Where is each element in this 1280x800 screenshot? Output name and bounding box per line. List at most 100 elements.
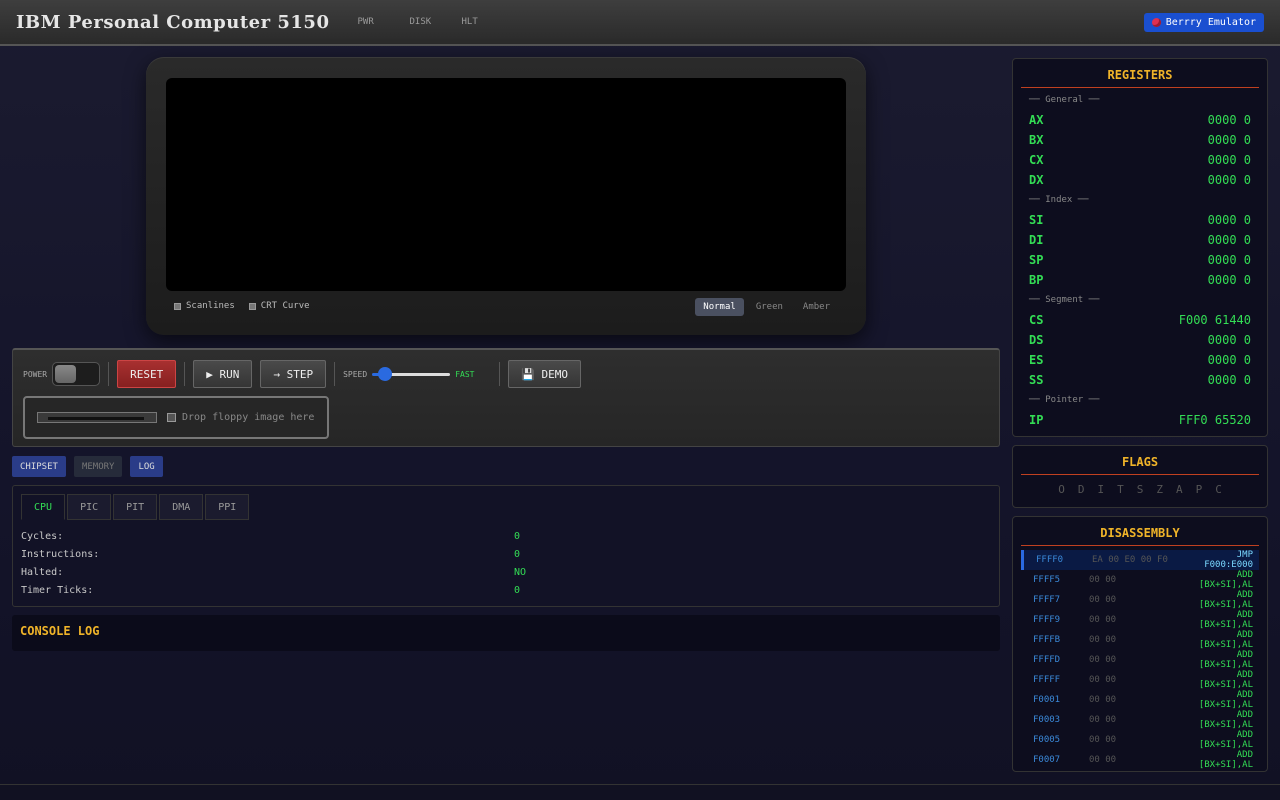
disassembly-addr: FFFFD [1033,655,1061,665]
flags-row: O D I T S Z A P C [1013,475,1267,496]
speed-slider-thumb[interactable] [377,366,392,381]
subtab-pit[interactable]: PIT [113,494,158,520]
disassembly-bytes: 00 00 [1089,655,1117,665]
reg-name: SP [1029,253,1044,267]
stat-label: Cycles: [21,531,64,542]
reg-value: FFF0 65520 [1178,413,1251,427]
monitor: Scanlines CRT Curve Normal Green Amber [146,57,866,335]
reg-name: BP [1029,273,1044,287]
speed-label: SPEED [343,369,368,379]
step-button[interactable]: → STEP [260,360,327,388]
register-sp: SP 0000 0 [1013,250,1267,270]
chipset-subtabs: CPU PIC PIT DMA PPI [21,494,250,520]
disk-icon [167,413,176,422]
disassembly-bytes: 00 00 [1089,735,1117,745]
crt-curve-checkbox[interactable] [248,302,256,310]
stat-row-instructions: Instructions: 0 [21,549,991,560]
crt-curve-toggle[interactable]: CRT Curve [248,301,310,311]
reg-value: 0000 0 [1207,153,1251,167]
disassembly-row-current[interactable]: FFFF0 EA 00 E0 00 F0 JMP F000:E000 [1021,550,1259,570]
demo-button[interactable]: 💾 DEMO [508,360,581,388]
scanlines-checkbox[interactable] [174,302,181,310]
register-dx: DX 0000 0 [1013,170,1267,190]
tab-memory[interactable]: MEMORY [73,456,123,477]
floppy-hint-text: Drop floppy image here [182,412,315,423]
disassembly-bytes: 00 00 [1089,635,1117,645]
flag-t: T [1117,483,1124,496]
disassembly-instr: ADD [BX+SI],AL [1198,570,1253,590]
brand-badge[interactable]: Berrry Emulator [1143,13,1264,32]
indicator-hlt: HLT [461,17,478,27]
stat-row-halted: Halted: NO [21,567,991,578]
disassembly-bytes: 00 00 [1089,695,1117,705]
power-switch[interactable] [52,362,101,386]
disassembly-row[interactable]: F0005 00 00 ADD [BX+SI],AL [1021,730,1259,750]
disassembly-row[interactable]: FFFF7 00 00 ADD [BX+SI],AL [1021,590,1259,610]
color-mode-selector: Normal Green Amber [695,298,838,316]
disassembly-addr: F0007 [1033,755,1061,765]
divider [334,362,336,386]
reg-value: 0000 0 [1207,273,1251,287]
speed-slider[interactable] [372,366,451,381]
speed-value-label: FAST [455,369,475,379]
register-ss: SS 0000 0 [1013,370,1267,390]
disassembly-instr: ADD [BX+SI],AL [1198,690,1253,710]
section-index: ── Index ── [1029,195,1089,205]
brand-badge-label: Berrry Emulator [1165,17,1256,28]
disassembly-row[interactable]: FFFF9 00 00 ADD [BX+SI],AL [1021,610,1259,630]
disassembly-instr: ADD [BX+SI],AL [1198,670,1253,690]
mode-green-button[interactable]: Green [748,298,791,316]
disassembly-addr: F0003 [1033,715,1061,725]
reg-name: ES [1029,353,1044,367]
disassembly-bytes: 00 00 [1089,715,1117,725]
floppy-slot [37,412,157,423]
mode-amber-button[interactable]: Amber [795,298,838,316]
stat-row-cycles: Cycles: 0 [21,531,991,542]
stat-value: 0 [514,549,521,560]
tab-log[interactable]: LOG [130,456,163,477]
disassembly-row[interactable]: F0007 00 00 ADD [BX+SI],AL [1021,750,1259,770]
stat-label: Timer Ticks: [21,585,94,596]
register-si: SI 0000 0 [1013,210,1267,230]
app-header: IBM Personal Computer 5150 PWR DISK HLT … [0,0,1280,46]
divider [108,362,110,386]
disassembly-addr: FFFF0 [1036,555,1064,565]
disassembly-row[interactable]: FFFFB 00 00 ADD [BX+SI],AL [1021,630,1259,650]
disassembly-bytes: 00 00 [1089,595,1117,605]
subtab-dma[interactable]: DMA [159,494,204,520]
disassembly-panel: DISASSEMBLY FFFF0 EA 00 E0 00 F0 JMP F000:… [1012,516,1268,772]
section-general: ── General ── [1029,95,1100,105]
registers-title: REGISTERS [1021,59,1259,88]
disassembly-row[interactable]: FFFFF 00 00 ADD [BX+SI],AL [1021,670,1259,690]
control-row: POWER RESET ▶ RUN → STEP SPEED FAST 💾 DE… [23,360,581,388]
disassembly-row[interactable]: F0003 00 00 ADD [BX+SI],AL [1021,710,1259,730]
tab-chipset[interactable]: CHIPSET [12,456,66,477]
disassembly-row[interactable]: FFFF5 00 00 ADD [BX+SI],AL [1021,570,1259,590]
disassembly-row[interactable]: F0001 00 00 ADD [BX+SI],AL [1021,690,1259,710]
disassembly-row[interactable]: FFFFD 00 00 ADD [BX+SI],AL [1021,650,1259,670]
console-log-title: CONSOLE LOG [20,624,100,638]
crt-screen[interactable] [166,78,846,291]
disassembly-instr: ADD [BX+SI],AL [1198,710,1253,730]
disassembly-bytes: EA 00 E0 00 F0 [1092,555,1168,565]
subtab-cpu[interactable]: CPU [21,494,66,520]
flag-p: P [1195,483,1203,496]
reg-value: 0000 0 [1207,213,1251,227]
subtab-ppi[interactable]: PPI [205,494,250,520]
disassembly-addr: F0001 [1033,695,1061,705]
disassembly-bytes: 00 00 [1089,675,1117,685]
control-panel: POWER RESET ▶ RUN → STEP SPEED FAST 💾 DE… [12,348,1000,447]
section-pointer: ── Pointer ── [1029,395,1100,405]
floppy-drop-zone[interactable]: Drop floppy image here [23,396,329,439]
subtab-pic[interactable]: PIC [67,494,112,520]
footer [0,784,1280,800]
flag-s: S [1136,483,1144,496]
scanlines-toggle[interactable]: Scanlines [174,301,235,311]
reset-button[interactable]: RESET [117,360,177,388]
mode-normal-button[interactable]: Normal [695,298,744,316]
disassembly-instr: ADD [BX+SI],AL [1198,650,1253,670]
status-indicators: PWR DISK HLT [357,17,513,27]
run-button[interactable]: ▶ RUN [193,360,253,388]
disassembly-instr: ADD [BX+SI],AL [1198,590,1253,610]
reg-value: 0000 0 [1207,113,1251,127]
